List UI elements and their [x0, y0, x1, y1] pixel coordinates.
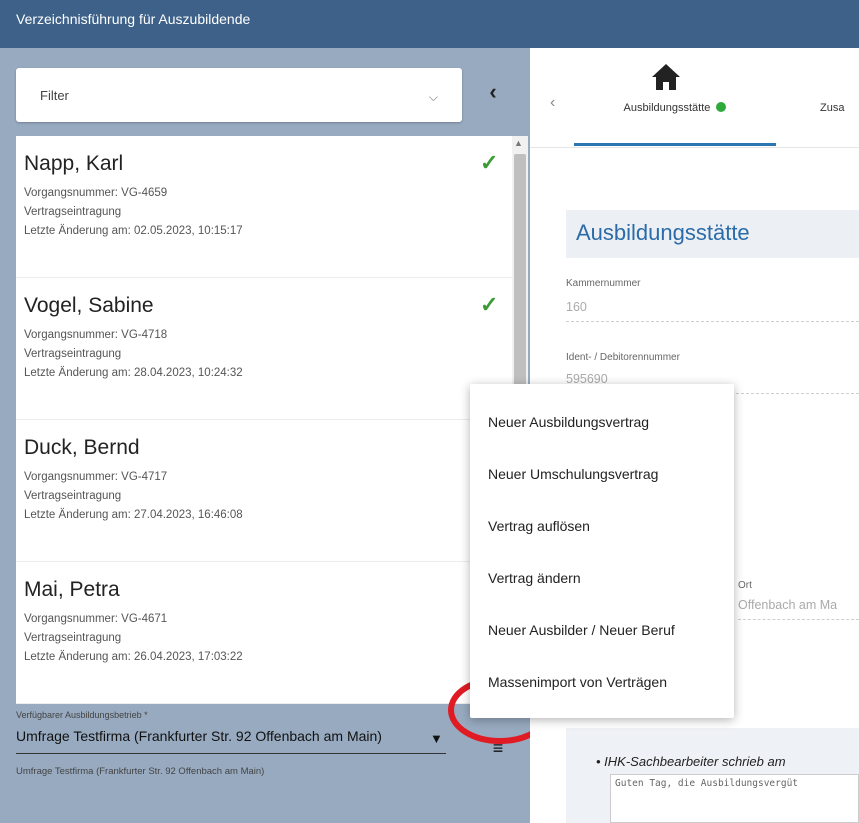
filter-dropdown[interactable]: Filter ⌵ — [16, 68, 462, 122]
item-name: Mai, Petra — [24, 578, 120, 601]
title-bar: Verzeichnisführung für Auszubildende — [0, 0, 859, 48]
kammernummer-value: 160 — [566, 300, 859, 322]
menu-item-neuer-ausbildungsvertrag[interactable]: Neuer Ausbildungsvertrag — [470, 392, 734, 444]
ort-value: Offenbach am Ma — [738, 598, 859, 620]
message-heading: • IHK-Sachbearbeiter schrieb am — [596, 754, 786, 769]
menu-item-neuer-umschulungsvertrag[interactable]: Neuer Umschulungsvertrag — [470, 444, 734, 496]
filter-label: Filter — [40, 88, 69, 103]
betrieb-select[interactable]: Umfrage Testfirma (Frankfurter Str. 92 O… — [16, 728, 446, 754]
record-list: Napp, Karl Vorgangsnummer: VG-4659 Vertr… — [16, 136, 528, 704]
tab-zusatz[interactable]: Zusa — [820, 102, 844, 114]
tab-divider — [530, 147, 859, 148]
item-type: Vertragseintragung — [24, 348, 122, 360]
chevron-left-icon: ‹ — [489, 79, 497, 104]
betrieb-label: Verfügbarer Ausbildungsbetrieb * — [16, 710, 148, 720]
item-changed: Letzte Änderung am: 27.04.2023, 16:46:08 — [24, 509, 243, 521]
item-type: Vertragseintragung — [24, 632, 122, 644]
menu-item-neuer-ausbilder[interactable]: Neuer Ausbilder / Neuer Beruf — [470, 600, 734, 652]
ident-label: Ident- / Debitorennummer — [566, 352, 680, 363]
item-number: Vorgangsnummer: VG-4671 — [24, 613, 168, 625]
betrieb-hint: Umfrage Testfirma (Frankfurter Str. 92 O… — [16, 766, 265, 777]
tab-label: Zusa — [820, 102, 845, 114]
item-number: Vorgangsnummer: VG-4718 — [24, 329, 168, 341]
item-changed: Letzte Änderung am: 28.04.2023, 10:24:32 — [24, 367, 243, 379]
kammernummer-label: Kammernummer — [566, 278, 641, 289]
list-item[interactable]: Vogel, Sabine Vorgangsnummer: VG-4718 Ve… — [16, 278, 528, 420]
section-title: Ausbildungsstätte — [576, 220, 750, 245]
list-item[interactable]: Napp, Karl Vorgangsnummer: VG-4659 Vertr… — [16, 136, 528, 278]
item-number: Vorgangsnummer: VG-4659 — [24, 187, 168, 199]
section-header: Ausbildungsstätte — [566, 210, 859, 258]
ort-label: Ort — [738, 580, 752, 591]
check-icon: ✓ — [480, 150, 499, 175]
item-name: Vogel, Sabine — [24, 294, 154, 317]
item-changed: Letzte Änderung am: 26.04.2023, 17:03:22 — [24, 651, 243, 663]
item-type: Vertragseintragung — [24, 206, 122, 218]
chevron-left-icon[interactable]: ‹ — [550, 94, 555, 112]
app-title: Verzeichnisführung für Auszubildende — [16, 11, 251, 27]
tab-label: Ausbildungsstätte — [623, 102, 711, 114]
item-number: Vorgangsnummer: VG-4717 — [24, 471, 168, 483]
list-item[interactable]: Duck, Bernd Vorgangsnummer: VG-4717 Vert… — [16, 420, 528, 562]
message-textarea[interactable]: Guten Tag, die Ausbildungsvergüt — [610, 774, 859, 823]
home-icon — [652, 64, 680, 90]
actions-menu: Neuer Ausbildungsvertrag Neuer Umschulun… — [470, 384, 734, 718]
item-name: Duck, Bernd — [24, 436, 140, 459]
menu-item-vertrag-aufloesen[interactable]: Vertrag auflösen — [470, 496, 734, 548]
item-changed: Letzte Änderung am: 02.05.2023, 10:15:17 — [24, 225, 243, 237]
item-name: Napp, Karl — [24, 152, 124, 175]
tab-ausbildungsstaette[interactable]: Ausbildungsstätte — [574, 102, 776, 146]
menu-item-vertrag-aendern[interactable]: Vertrag ändern — [470, 548, 734, 600]
chevron-down-icon: ⌵ — [428, 90, 438, 104]
status-dot-icon — [716, 102, 727, 112]
check-icon: ✓ — [480, 292, 499, 317]
message-box: • IHK-Sachbearbeiter schrieb am Guten Ta… — [566, 728, 859, 823]
item-type: Vertragseintragung — [24, 490, 122, 502]
caret-down-icon[interactable]: ▼ — [430, 731, 443, 746]
collapse-panel-button[interactable]: ‹ — [478, 80, 508, 110]
scroll-up-icon[interactable]: ▲ — [514, 138, 523, 148]
menu-item-massenimport[interactable]: Massenimport von Verträgen — [470, 652, 734, 704]
